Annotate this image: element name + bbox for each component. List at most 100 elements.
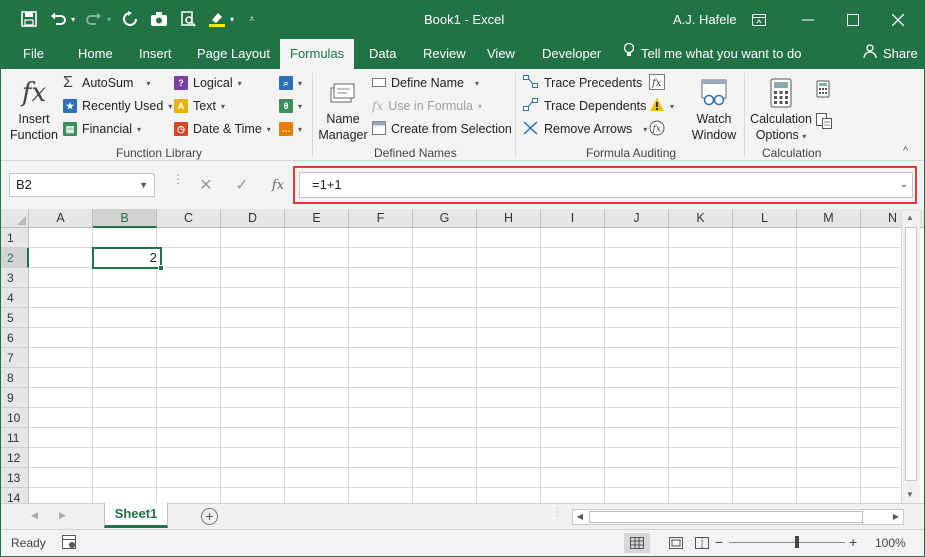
page-break-view-icon[interactable] <box>689 533 715 553</box>
row-header[interactable]: 12 <box>1 448 29 468</box>
horizontal-scrollbar[interactable]: ◀ ▶ <box>572 509 904 525</box>
math-trig-button[interactable]: θ ▾ <box>279 97 302 115</box>
insert-function-icon[interactable]: fx <box>266 175 290 195</box>
row-header[interactable]: 9 <box>1 388 29 408</box>
column-header[interactable]: B <box>93 209 157 228</box>
column-header[interactable]: J <box>605 209 669 228</box>
tab-home[interactable]: Home <box>68 39 123 69</box>
use-in-formula-button[interactable]: fx Use in Formula ▾ <box>372 97 482 115</box>
tab-formulas[interactable]: Formulas <box>280 39 355 69</box>
row-header[interactable]: 2 <box>1 248 29 268</box>
calculation-options-button[interactable]: Calculation Options ▾ <box>748 75 814 145</box>
evaluate-formula-button[interactable]: fx <box>649 120 665 138</box>
create-from-selection-button[interactable]: Create from Selection <box>372 120 512 138</box>
share-button[interactable]: Share <box>863 39 918 69</box>
row-header[interactable]: 8 <box>1 368 29 388</box>
zoom-in-icon[interactable]: + <box>849 534 857 550</box>
highlight-color-icon[interactable] <box>207 9 227 29</box>
print-preview-icon[interactable] <box>178 9 198 29</box>
zoom-slider[interactable] <box>729 542 845 543</box>
minimize-icon[interactable] <box>797 9 819 31</box>
trace-precedents-button[interactable]: Trace Precedents <box>523 74 642 92</box>
column-header[interactable]: C <box>157 209 221 228</box>
collapse-ribbon-icon[interactable]: ^ <box>903 145 908 157</box>
scroll-right-icon[interactable]: ▶ <box>889 510 903 524</box>
active-cell[interactable]: 2 <box>92 247 164 271</box>
tab-insert[interactable]: Insert <box>129 39 182 69</box>
more-functions-button[interactable]: … ▾ <box>279 120 302 138</box>
tab-file[interactable]: File <box>13 39 54 69</box>
chevron-down-icon[interactable]: ▼ <box>139 174 148 196</box>
trace-dependents-button[interactable]: Trace Dependents <box>523 97 646 115</box>
maximize-icon[interactable] <box>842 9 864 31</box>
column-header[interactable]: G <box>413 209 477 228</box>
tab-view[interactable]: View <box>477 39 525 69</box>
column-header[interactable]: D <box>221 209 285 228</box>
name-manager-button[interactable]: Name Manager <box>317 75 369 143</box>
insert-function-button[interactable]: fx Insert Function <box>9 75 59 143</box>
redo-icon[interactable] <box>84 9 104 29</box>
calculate-sheet-button[interactable] <box>816 112 832 131</box>
refresh-icon[interactable] <box>120 9 140 29</box>
row-header[interactable]: 6 <box>1 328 29 348</box>
normal-view-icon[interactable] <box>624 533 650 553</box>
remove-arrows-button[interactable]: Remove Arrows ▾ <box>523 120 647 138</box>
column-header[interactable]: K <box>669 209 733 228</box>
sheet-nav-right-icon[interactable]: ▶ <box>59 510 66 521</box>
name-box[interactable]: B2 ▼ <box>9 173 155 197</box>
row-header[interactable]: 13 <box>1 468 29 488</box>
horizontal-scroll-thumb[interactable] <box>589 511 863 523</box>
define-name-button[interactable]: Define Name ▾ <box>372 74 479 92</box>
logical-button[interactable]: ? Logical ▾ <box>174 74 242 92</box>
user-name[interactable]: A.J. Hafele <box>673 12 737 27</box>
tab-data[interactable]: Data <box>359 39 406 69</box>
tab-split-handle-icon[interactable]: ⋮ <box>552 508 562 518</box>
column-header[interactable]: H <box>477 209 541 228</box>
zoom-out-icon[interactable]: − <box>715 534 723 550</box>
cancel-icon[interactable]: ✕ <box>194 175 218 195</box>
lookup-reference-button[interactable]: ⌕ ▾ <box>279 74 302 92</box>
undo-dropdown-icon[interactable]: ▾ <box>71 15 75 24</box>
watch-window-button[interactable]: Watch Window <box>689 75 739 143</box>
highlight-dropdown-icon[interactable]: ▾ <box>230 15 234 24</box>
scroll-up-icon[interactable]: ▲ <box>906 213 914 222</box>
expand-formula-bar-icon[interactable]: ⌄ <box>900 173 908 197</box>
splitter-dots-icon[interactable]: ⋮ <box>172 173 184 185</box>
macro-record-icon[interactable] <box>62 535 76 552</box>
tab-developer[interactable]: Developer <box>532 39 611 69</box>
date-time-button[interactable]: ◷ Date & Time ▾ <box>174 120 271 138</box>
page-layout-view-icon[interactable] <box>663 533 689 553</box>
row-header[interactable]: 7 <box>1 348 29 368</box>
select-all-button[interactable] <box>1 209 29 228</box>
worksheet-grid[interactable]: ABCDEFGHIJKLMN 1 2 3 4 5 6 7 8 9 10 11 12 13 14 2 <box>1 209 924 503</box>
row-header[interactable]: 11 <box>1 428 29 448</box>
fill-handle[interactable] <box>158 265 164 271</box>
autosum-button[interactable]: Σ AutoSum ▾ <box>63 74 150 92</box>
zoom-level[interactable]: 100% <box>875 536 906 550</box>
redo-dropdown-icon[interactable]: ▾ <box>107 15 111 24</box>
row-header[interactable]: 5 <box>1 308 29 328</box>
column-header[interactable]: A <box>29 209 93 228</box>
scroll-left-icon[interactable]: ◀ <box>573 510 587 524</box>
column-header[interactable]: E <box>285 209 349 228</box>
sheet-nav-left-icon[interactable]: ◀ <box>31 510 38 521</box>
camera-icon[interactable] <box>149 9 169 29</box>
tab-review[interactable]: Review <box>413 39 476 69</box>
error-checking-button[interactable]: ▾ <box>649 97 674 115</box>
close-icon[interactable] <box>887 9 909 31</box>
column-header[interactable]: I <box>541 209 605 228</box>
row-header[interactable]: 3 <box>1 268 29 288</box>
tell-me-box[interactable]: Tell me what you want to do <box>623 39 801 69</box>
column-header[interactable]: M <box>797 209 861 228</box>
enter-icon[interactable]: ✓ <box>230 175 254 195</box>
tab-page-layout[interactable]: Page Layout <box>187 39 280 69</box>
zoom-slider-thumb[interactable] <box>795 536 799 548</box>
row-header[interactable]: 10 <box>1 408 29 428</box>
show-formulas-button[interactable]: fx <box>649 73 665 92</box>
formula-input[interactable]: =1+1 ⌄ <box>299 172 913 198</box>
column-header[interactable]: F <box>349 209 413 228</box>
recently-used-button[interactable]: ★ Recently Used ▾ <box>63 97 172 115</box>
vertical-scroll-thumb[interactable] <box>905 227 917 481</box>
ribbon-display-options-icon[interactable] <box>748 9 770 31</box>
scroll-down-icon[interactable]: ▼ <box>906 490 914 499</box>
